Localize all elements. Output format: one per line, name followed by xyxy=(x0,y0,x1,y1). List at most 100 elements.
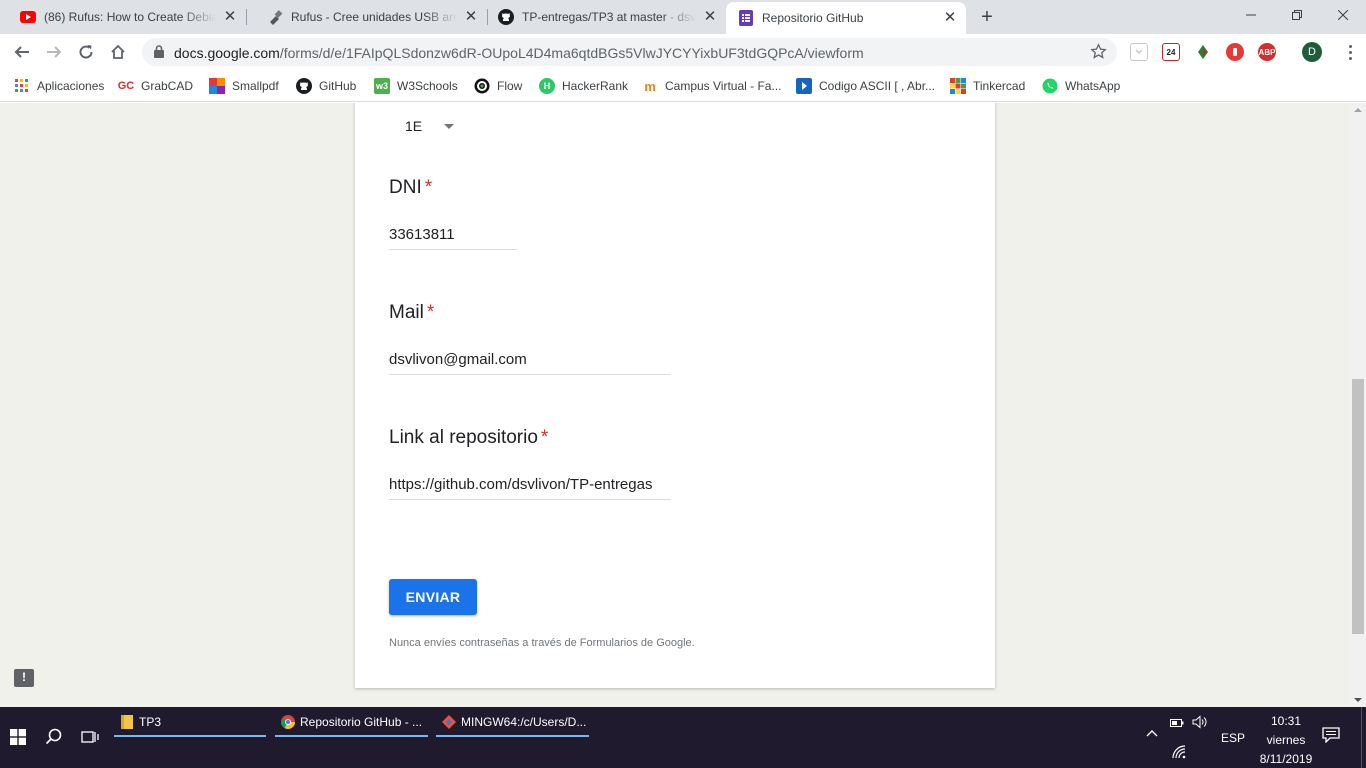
bookmark-label: Smallpdf xyxy=(232,79,279,93)
course-select[interactable]: 1E xyxy=(405,118,455,134)
submit-button[interactable]: ENVIAR xyxy=(389,579,477,615)
ext-stop-icon[interactable] xyxy=(1226,43,1244,61)
volume-icon[interactable] xyxy=(1192,715,1208,732)
close-window-button[interactable] xyxy=(1320,0,1366,30)
show-desktop-button[interactable] xyxy=(1361,707,1366,768)
ext-calendar-icon[interactable]: 24 xyxy=(1162,43,1180,61)
tinkercad-icon xyxy=(950,78,966,94)
bookmark-label: Campus Virtual - Fa... xyxy=(665,79,782,93)
windows-taskbar: TP3 Repositorio GitHub - ... MINGW64:/c/… xyxy=(0,707,1366,768)
search-icon[interactable] xyxy=(42,725,66,749)
scroll-up-arrow-icon[interactable] xyxy=(1354,108,1362,112)
taskbar-app-label: MINGW64:/c/Users/D... xyxy=(461,715,587,729)
bookmark-tinkercad[interactable]: Tinkercad xyxy=(950,76,1025,96)
github-icon xyxy=(498,9,514,25)
mail-label: Mail xyxy=(389,302,424,323)
repo-link-field[interactable]: https://github.com/dsvlivon/TP-entregas xyxy=(389,476,671,500)
bookmarks-bar: Aplicaciones GC GrabCAD Smallpdf GitHub … xyxy=(0,70,1366,102)
new-tab-button[interactable]: + xyxy=(976,7,998,29)
apps-grid-icon xyxy=(14,78,30,94)
bookmark-flow[interactable]: Flow xyxy=(474,76,522,96)
url-text: docs.google.com/forms/d/e/1FAIpQLSdonzw6… xyxy=(174,45,864,61)
show-hidden-icons-chevron-icon[interactable] xyxy=(1146,727,1158,741)
close-tab-icon[interactable]: ✕ xyxy=(222,9,238,25)
clock-date: 8/11/2019 xyxy=(1259,752,1313,766)
report-feedback-icon[interactable]: ! xyxy=(14,669,34,687)
close-tab-icon[interactable]: ✕ xyxy=(702,9,718,25)
tab-youtube[interactable]: (86) Rufus: How to Create Debian ✕ xyxy=(0,0,246,34)
bookmark-hackerrank[interactable]: H HackerRank xyxy=(539,76,628,96)
bookmark-label: Codigo ASCII [ , Abr... xyxy=(819,79,936,93)
lock-icon[interactable] xyxy=(154,45,164,63)
required-asterisk: * xyxy=(540,427,549,448)
address-bar[interactable]: docs.google.com/forms/d/e/1FAIpQLSdonzw6… xyxy=(142,38,1117,66)
bookmark-aplicaciones[interactable]: Aplicaciones xyxy=(14,76,104,96)
system-clock[interactable]: 10:31 viernes 8/11/2019 xyxy=(1250,712,1322,768)
task-view-icon[interactable] xyxy=(78,725,102,749)
back-button[interactable] xyxy=(10,40,34,64)
bookmark-codigo-ascii[interactable]: Codigo ASCII [ , Abr... xyxy=(796,76,935,96)
taskbar-app-git-bash[interactable]: MINGW64:/c/Users/D... xyxy=(436,707,589,737)
scrollbar-thumb[interactable] xyxy=(1352,379,1364,634)
minimize-button[interactable] xyxy=(1228,0,1274,30)
tab-github[interactable]: TP-entregas/TP3 at master · dsvli ✕ xyxy=(478,0,726,34)
reload-button[interactable] xyxy=(74,40,98,64)
close-tab-icon[interactable]: ✕ xyxy=(942,10,958,26)
bookmark-whatsapp[interactable]: WhatsApp xyxy=(1042,76,1120,96)
active-indicator xyxy=(436,735,589,737)
repo-label: Link al repositorio xyxy=(389,427,538,448)
action-center-icon[interactable] xyxy=(1322,727,1342,745)
windows-start-icon[interactable] xyxy=(6,725,30,749)
bookmark-w3schools[interactable]: w3 W3Schools xyxy=(374,76,458,96)
dni-label: DNI xyxy=(389,177,422,198)
usb-icon xyxy=(267,9,283,25)
language-indicator[interactable]: ESP xyxy=(1221,731,1245,745)
avatar[interactable]: D xyxy=(1302,42,1322,62)
taskbar-app-folder[interactable]: TP3 xyxy=(114,707,266,737)
bookmark-label: Aplicaciones xyxy=(37,79,105,93)
youtube-icon xyxy=(20,9,36,25)
github-icon xyxy=(296,78,312,94)
ext-adblock-icon[interactable]: ABP xyxy=(1258,43,1276,61)
required-asterisk: * xyxy=(424,177,433,198)
menu-dots-icon[interactable] xyxy=(1340,42,1360,62)
active-indicator xyxy=(275,735,428,737)
mail-question-title: Mail * xyxy=(389,302,434,324)
tab-repositorio-github[interactable]: Repositorio GitHub ✕ xyxy=(726,2,966,34)
active-indicator xyxy=(114,735,266,737)
wifi-icon[interactable] xyxy=(1172,745,1186,762)
bookmark-github[interactable]: GitHub xyxy=(296,76,356,96)
page-viewport: 1E DNI * 33613811 Mail * dsvlivon@gmail.co… xyxy=(0,103,1350,707)
bookmark-campus-virtual[interactable]: m Campus Virtual - Fa... xyxy=(642,76,781,96)
taskbar-app-chrome[interactable]: Repositorio GitHub - ... xyxy=(275,707,428,737)
email-field[interactable]: dsvlivon@gmail.com xyxy=(389,351,671,375)
dni-question-title: DNI * xyxy=(389,177,432,199)
clock-time: 10:31 xyxy=(1270,714,1302,728)
password-warning-note: Nunca envíes contraseñas a través de For… xyxy=(389,637,695,649)
folder-icon xyxy=(120,715,134,729)
page-scrollbar[interactable] xyxy=(1350,103,1366,707)
home-button[interactable] xyxy=(106,40,130,64)
tab-strip: (86) Rufus: How to Create Debian ✕ Rufus… xyxy=(0,0,1366,34)
bookmark-label: WhatsApp xyxy=(1065,79,1121,93)
course-select-value: 1E xyxy=(405,118,423,134)
form-card: 1E DNI * 33613811 Mail * dsvlivon@gmail.co… xyxy=(355,103,995,688)
bookmark-label: HackerRank xyxy=(562,79,629,93)
forward-button[interactable] xyxy=(42,40,66,64)
bookmark-star-icon[interactable] xyxy=(1090,43,1107,65)
battery-icon[interactable] xyxy=(1170,717,1184,731)
dni-field[interactable]: 33613811 xyxy=(389,226,517,250)
bookmark-smallpdf[interactable]: Smallpdf xyxy=(209,76,279,96)
url-host: docs.google.com xyxy=(174,45,280,61)
restore-button[interactable] xyxy=(1274,0,1320,30)
tab-title: (86) Rufus: How to Create Debian xyxy=(44,10,216,24)
scroll-down-arrow-icon[interactable] xyxy=(1354,698,1362,702)
smallpdf-icon xyxy=(209,78,225,94)
ext-pocket-icon[interactable] xyxy=(1130,43,1148,61)
ext-flame-icon[interactable] xyxy=(1194,43,1212,61)
close-tab-icon[interactable]: ✕ xyxy=(463,9,479,25)
bookmark-grabcad[interactable]: GC GrabCAD xyxy=(118,76,193,96)
google-forms-icon xyxy=(738,10,754,26)
grabcad-icon: GC xyxy=(117,80,135,92)
tab-rufus[interactable]: Rufus - Cree unidades USB arranc ✕ xyxy=(247,0,487,34)
